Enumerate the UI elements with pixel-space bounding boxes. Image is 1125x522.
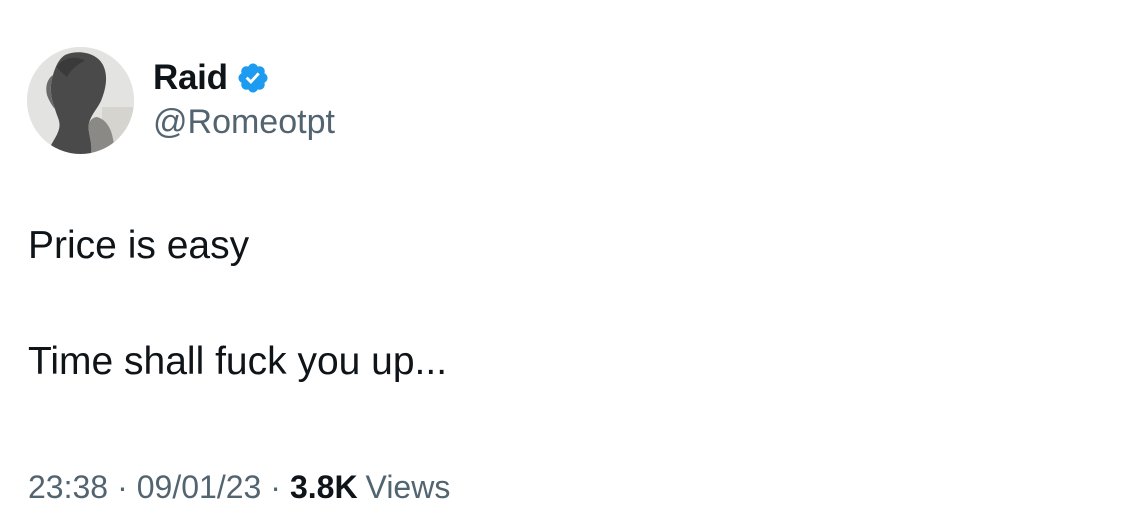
meta-separator: · bbox=[117, 469, 128, 505]
views-count[interactable]: 3.8K bbox=[290, 469, 358, 506]
verified-badge-icon bbox=[236, 61, 270, 95]
tweet-date[interactable]: 09/01/23 bbox=[137, 469, 262, 506]
tweet-text-line-1: Price is easy bbox=[28, 224, 250, 267]
author-name-row[interactable]: Raid bbox=[153, 57, 270, 99]
avatar[interactable] bbox=[27, 47, 134, 154]
tweet-text-line-2: Time shall fuck you up... bbox=[28, 340, 448, 383]
display-name[interactable]: Raid bbox=[153, 58, 228, 98]
author-handle[interactable]: @Romeotpt bbox=[153, 103, 335, 142]
avatar-image bbox=[27, 47, 134, 154]
tweet-time[interactable]: 23:38 bbox=[28, 469, 108, 506]
views-label[interactable]: Views bbox=[366, 469, 451, 506]
tweet-card: Raid @Romeotpt Price is easy Time shall … bbox=[0, 0, 1125, 522]
tweet-meta: 23:38 · 09/01/23 · 3.8K Views bbox=[28, 469, 450, 506]
meta-separator: · bbox=[270, 469, 281, 505]
